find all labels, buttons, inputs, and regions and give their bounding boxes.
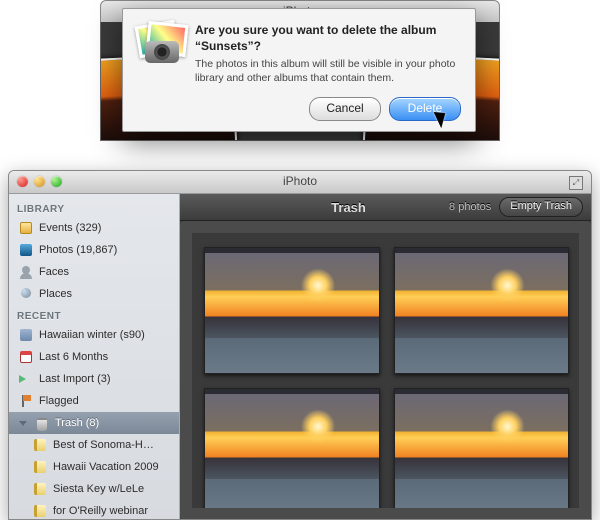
faces-icon	[19, 265, 33, 279]
photos-icon	[19, 243, 33, 257]
sidebar-item-label: Hawaii Vacation 2009	[53, 461, 159, 473]
cursor-icon	[437, 109, 449, 127]
book-icon	[33, 482, 47, 496]
photo-thumbnail[interactable]	[204, 247, 380, 374]
photo-thumbnail[interactable]	[394, 388, 570, 515]
delete-album-dialog-window: iPhoto Are you sure you want to delete t…	[100, 0, 500, 150]
sidebar-item-places[interactable]: Places	[9, 283, 179, 305]
book-icon	[33, 504, 47, 518]
thumbnail-grid	[180, 221, 591, 520]
sidebar-item-label: Events (329)	[39, 222, 101, 234]
sidebar-header-recent: RECENT	[9, 305, 179, 324]
sidebar-item-label: Flagged	[39, 395, 79, 407]
minimize-window-icon[interactable]	[34, 176, 45, 187]
sidebar-item-faces[interactable]: Faces	[9, 261, 179, 283]
sidebar-item-label: for O'Reilly webinar	[53, 505, 148, 517]
content-count: 8 photos	[449, 201, 491, 213]
sidebar-item-hawaiian-winter-s90[interactable]: Hawaiian winter (s90)	[9, 324, 179, 346]
disclosure-triangle-icon[interactable]	[19, 421, 27, 426]
sidebar-item-label: Siesta Key w/LeLe	[53, 483, 144, 495]
sidebar-item-label: Last Import (3)	[39, 373, 111, 385]
events-icon	[19, 221, 33, 235]
empty-trash-button[interactable]: Empty Trash	[499, 197, 583, 217]
confirm-delete-sheet: Are you sure you want to delete the albu…	[122, 8, 476, 132]
cal-icon	[19, 350, 33, 364]
sidebar-item-label: Hawaiian winter (s90)	[39, 329, 145, 341]
sidebar-item-label: Places	[39, 288, 72, 300]
sidebar-header-library: LIBRARY	[9, 198, 179, 217]
app-titlebar: iPhoto ⤢	[9, 171, 591, 194]
sidebar-item-flagged[interactable]: Flagged	[9, 390, 179, 412]
trash-icon	[35, 416, 49, 430]
places-icon	[19, 287, 33, 301]
sidebar-item-siesta-key-w-lele[interactable]: Siesta Key w/LeLe	[9, 478, 179, 500]
content-title: Trash	[248, 200, 449, 215]
sidebar-item-last-import-3[interactable]: Last Import (3)	[9, 368, 179, 390]
sidebar-item-label: Faces	[39, 266, 69, 278]
zoom-window-icon[interactable]	[51, 176, 62, 187]
photo-thumbnail[interactable]	[394, 247, 570, 374]
delete-button[interactable]: Delete	[389, 97, 461, 121]
sidebar: LIBRARY Events (329) Photos (19,867) Faces…	[9, 194, 180, 520]
book-icon	[33, 438, 47, 452]
sidebar-item-label: Last 6 Months	[39, 351, 108, 363]
flag-icon	[19, 394, 33, 408]
cancel-button[interactable]: Cancel	[309, 97, 381, 121]
iphoto-main-window: iPhoto ⤢ LIBRARY Events (329) Photos (19,…	[8, 170, 592, 520]
content-area: Trash 8 photos Empty Trash	[180, 194, 591, 520]
iphoto-app-icon	[137, 23, 195, 71]
sidebar-item-hawaii-vacation-2009[interactable]: Hawaii Vacation 2009	[9, 456, 179, 478]
photo-thumbnail[interactable]	[204, 388, 380, 515]
sidebar-item-label: Best of Sonoma-H…	[53, 439, 154, 451]
fullscreen-icon[interactable]: ⤢	[569, 176, 583, 190]
dialog-heading: Are you sure you want to delete the albu…	[195, 23, 461, 54]
sidebar-item-label: Trash (8)	[55, 417, 99, 429]
arrow-icon	[19, 372, 33, 386]
sidebar-item-last-6-months[interactable]: Last 6 Months	[9, 346, 179, 368]
book-icon	[33, 460, 47, 474]
window-traffic-lights[interactable]	[17, 176, 62, 187]
folder-icon	[19, 328, 33, 342]
app-window-title: iPhoto	[283, 174, 317, 188]
sidebar-item-photos-19-867[interactable]: Photos (19,867)	[9, 239, 179, 261]
sidebar-item-trash-8[interactable]: Trash (8)	[9, 412, 179, 434]
content-header: Trash 8 photos Empty Trash	[180, 194, 591, 221]
sidebar-item-for-o-reilly-webinar[interactable]: for O'Reilly webinar	[9, 500, 179, 520]
sidebar-item-best-of-sonoma-h[interactable]: Best of Sonoma-H…	[9, 434, 179, 456]
dialog-subtext: The photos in this album will still be v…	[195, 58, 461, 85]
sidebar-item-events-329[interactable]: Events (329)	[9, 217, 179, 239]
sidebar-item-label: Photos (19,867)	[39, 244, 117, 256]
close-window-icon[interactable]	[17, 176, 28, 187]
